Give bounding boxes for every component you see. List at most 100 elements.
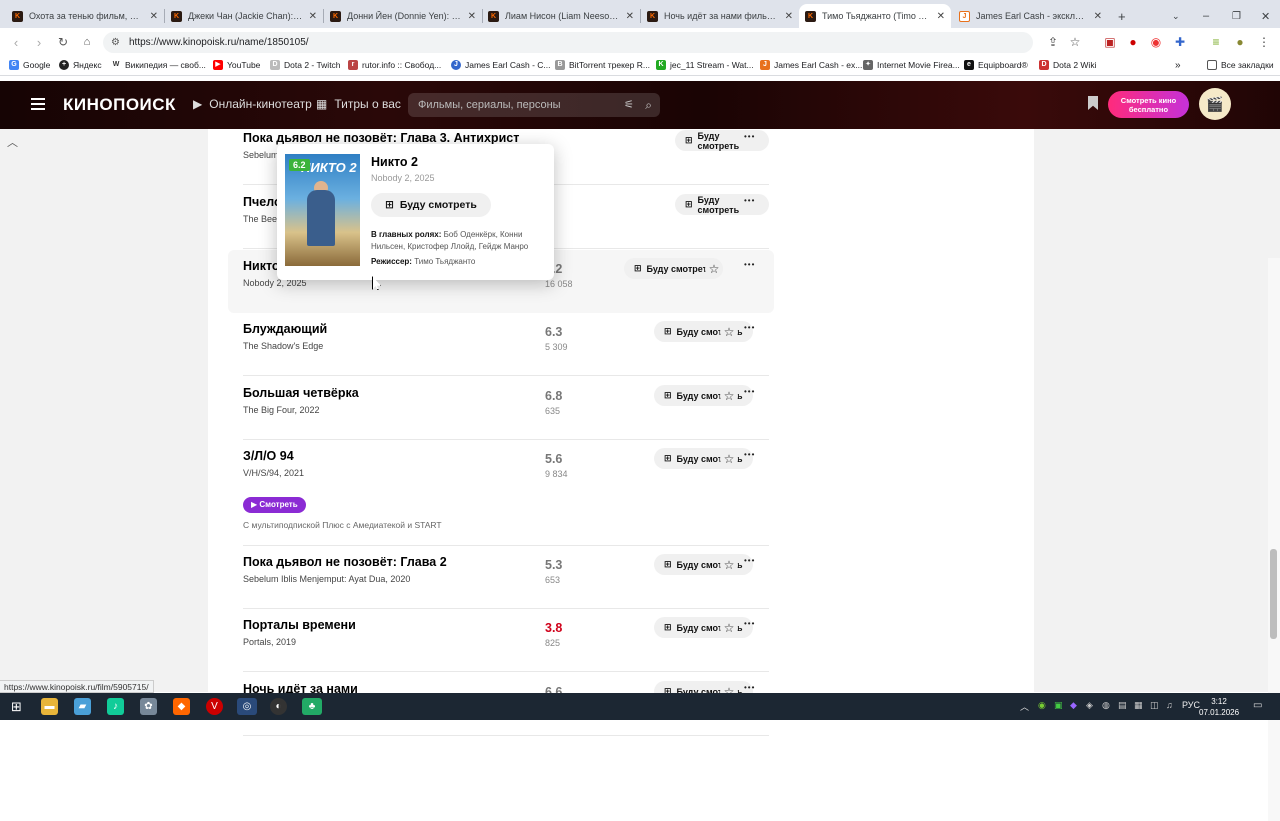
close-icon[interactable]: ✕ <box>309 11 317 22</box>
filter-icon[interactable]: ⚟ <box>624 93 634 117</box>
star-rate-icon[interactable]: ☆ <box>720 556 738 574</box>
tab-1[interactable]: K Охота за тенью фильм, 2025... ✕ <box>6 4 164 28</box>
tray-icon[interactable]: ◆ <box>1070 700 1077 711</box>
new-tab-icon[interactable]: + <box>1112 4 1132 28</box>
tray-icon[interactable]: ▦ <box>1134 700 1143 711</box>
film-title[interactable]: З/Л/О 94 <box>243 449 294 463</box>
bookmark-item[interactable]: e Equipboard® <box>964 60 1028 70</box>
film-row[interactable]: Порталы времени Portals, 2019 3.8 825 ⊞ Буду … <box>243 609 769 672</box>
bookmark-item[interactable]: W Википедия — своб... <box>111 60 206 70</box>
back-icon[interactable]: ‹ <box>8 34 24 50</box>
star-rate-icon[interactable]: ☆ <box>720 450 738 468</box>
star-rate-icon[interactable]: ☆ <box>720 619 738 637</box>
film-title[interactable]: Блуждающий <box>243 322 327 336</box>
vivaldi-icon[interactable]: V <box>206 698 223 715</box>
tab-6-active[interactable]: K Тимо Тьяджанто (Timo Tjahja... ✕ <box>799 4 951 28</box>
opera-icon[interactable]: ● <box>1126 35 1140 49</box>
tray-icon[interactable]: ▣ <box>1054 700 1063 711</box>
bookmark-item[interactable]: ✦ Internet Movie Firea... <box>863 60 960 70</box>
user-avatar[interactable]: 🎬 <box>1199 88 1231 120</box>
file-explorer-icon[interactable]: ▬ <box>41 698 58 715</box>
media-icon[interactable]: ≡ <box>1209 35 1223 49</box>
app-icon[interactable]: ▰ <box>74 698 91 715</box>
profile-avatar-icon[interactable]: ● <box>1233 35 1247 49</box>
more-options-icon[interactable]: ••• <box>744 554 755 568</box>
chrome-active-icon[interactable]: ◎ <box>237 698 257 715</box>
hamburger-menu-icon[interactable] <box>31 98 45 110</box>
more-options-icon[interactable]: ••• <box>744 130 755 144</box>
system-clock[interactable]: 3:12 07.01.2026 <box>1199 696 1239 718</box>
extension-icon[interactable]: ◉ <box>1149 35 1163 49</box>
home-icon[interactable]: ⌂ <box>79 34 95 50</box>
brave-icon[interactable]: ◆ <box>173 698 190 715</box>
menu-dots-icon[interactable]: ⋮ <box>1257 35 1271 49</box>
minimize-icon[interactable]: – <box>1197 4 1213 28</box>
more-options-icon[interactable]: ••• <box>744 617 755 631</box>
windows-start-icon[interactable]: ⊞ <box>8 698 25 715</box>
nav-online-cinema[interactable]: ▶ Онлайн-кинотеатр <box>193 97 312 111</box>
address-bar[interactable]: ⚙ https://www.kinopoisk.ru/name/1850105/ <box>103 32 1033 53</box>
film-row[interactable]: Большая четвёрка The Big Four, 2022 6.8 635… <box>243 377 769 440</box>
more-options-icon[interactable]: ••• <box>744 258 755 272</box>
search-input[interactable]: Фильмы, сериалы, персоны ⚟ ⌕ <box>408 93 660 117</box>
share-icon[interactable]: ⇪ <box>1046 35 1060 49</box>
bookmark-item[interactable]: D Dota 2 Wiki <box>1039 60 1096 70</box>
site-info-icon[interactable]: ⚙ <box>111 32 120 53</box>
close-icon[interactable]: ✕ <box>150 11 158 22</box>
scrollbar-track[interactable] <box>1268 258 1280 821</box>
window-close-icon[interactable]: ✕ <box>1255 4 1271 28</box>
more-bookmarks-icon[interactable]: » <box>1175 60 1181 71</box>
all-bookmarks[interactable]: Все закладки <box>1207 60 1274 70</box>
popup-title[interactable]: Никто 2 <box>371 155 418 169</box>
bookmark-star-icon[interactable]: ☆ <box>1068 35 1082 49</box>
film-title[interactable]: Пока дьявол не позовёт: Глава 3. Антихри… <box>243 131 519 145</box>
more-options-icon[interactable]: ••• <box>744 321 755 335</box>
bookmark-item[interactable]: G Google <box>9 60 50 70</box>
tray-icon[interactable]: ◍ <box>1102 700 1110 711</box>
tray-icon[interactable]: ▤ <box>1118 700 1127 711</box>
tab-4[interactable]: K Лиам Нисон (Liam Neeson): ф... ✕ <box>482 4 640 28</box>
tab-7[interactable]: J James Earl Cash - эксклюзивн... ✕ <box>953 4 1108 28</box>
bookmark-item[interactable]: Kjec_11 Stream - Wat... <box>656 60 754 70</box>
tray-icon[interactable]: ◉ <box>1038 700 1046 711</box>
bookmark-icon[interactable] <box>1088 96 1098 110</box>
nav-titles[interactable]: ▦ Титры о вас <box>316 97 401 111</box>
app-icon[interactable]: ♪ <box>107 698 124 715</box>
more-options-icon[interactable]: ••• <box>744 448 755 462</box>
bookmark-item[interactable]: r rutor.info :: Свобод... <box>348 60 441 70</box>
app-icon[interactable]: ♣ <box>302 698 322 715</box>
close-icon[interactable]: ✕ <box>626 11 634 22</box>
close-icon[interactable]: ✕ <box>468 11 476 22</box>
close-icon[interactable]: ✕ <box>1094 11 1102 22</box>
star-rate-icon[interactable]: ☆ <box>720 323 738 341</box>
extension-icon[interactable]: ▣ <box>1103 35 1117 49</box>
network-icon[interactable]: ◫ <box>1150 700 1159 711</box>
scrollbar-thumb[interactable] <box>1270 549 1277 639</box>
app-icon[interactable]: ◐ <box>270 698 287 715</box>
bookmark-item[interactable]: + Яндекс <box>59 60 102 70</box>
tab-search-icon[interactable]: ⌄ <box>1166 4 1184 28</box>
bookmark-item[interactable]: J James Earl Cash - C... <box>451 60 551 70</box>
kinopoisk-logo[interactable]: КИНОПОИСК <box>63 95 176 115</box>
scroll-up-icon[interactable]: ︿ <box>7 134 18 150</box>
close-icon[interactable]: ✕ <box>785 11 793 22</box>
film-title[interactable]: Пока дьявол не позовёт: Глава 2 <box>243 555 447 569</box>
popup-watchlist-button[interactable]: ⊞ Буду смотреть <box>371 193 491 217</box>
tray-chevron-icon[interactable]: ︿ <box>1020 700 1029 713</box>
language-indicator[interactable]: РУС <box>1182 700 1200 710</box>
tray-icon[interactable]: ◈ <box>1086 700 1093 711</box>
restore-icon[interactable]: ❐ <box>1226 4 1242 28</box>
watch-free-button[interactable]: Смотреть кино бесплатно <box>1108 91 1189 118</box>
tab-5[interactable]: K Ночь идёт за нами фильм, 20... ✕ <box>641 4 799 28</box>
puzzle-icon[interactable]: ✚ <box>1173 35 1187 49</box>
film-title[interactable]: Порталы времени <box>243 618 356 632</box>
bookmark-item[interactable]: B BitTorrent трекер R... <box>555 60 650 70</box>
film-row[interactable]: Блуждающий The Shadow's Edge 6.3 5 309 ⊞ Буду… <box>243 313 769 376</box>
star-rate-icon[interactable]: ☆ <box>705 260 723 278</box>
app-icon[interactable]: ✿ <box>140 698 157 715</box>
search-icon[interactable]: ⌕ <box>645 93 652 117</box>
forward-icon[interactable]: › <box>31 34 47 50</box>
more-options-icon[interactable]: ••• <box>744 385 755 399</box>
more-options-icon[interactable]: ••• <box>744 194 755 208</box>
bookmark-item[interactable]: J James Earl Cash - ex... <box>760 60 862 70</box>
